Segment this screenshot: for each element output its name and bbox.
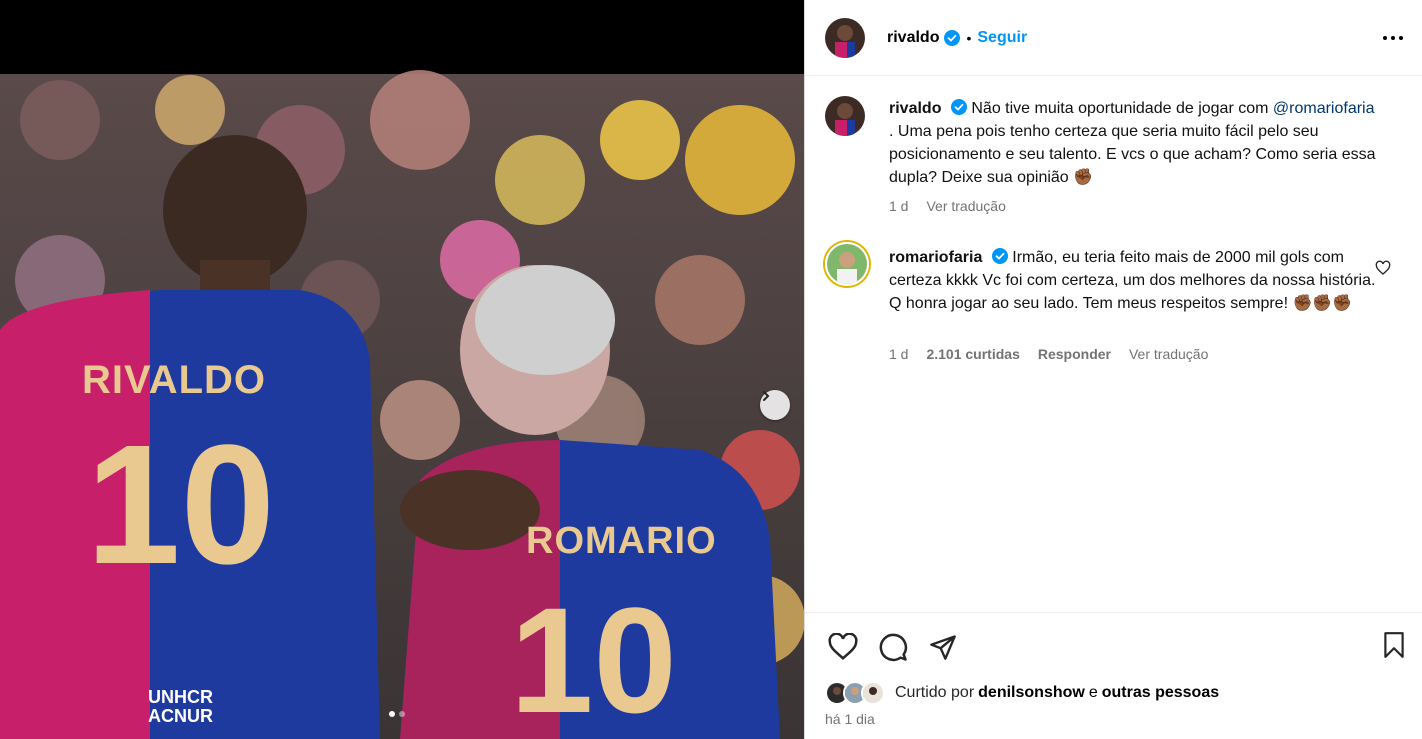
follow-button[interactable]: Seguir [977,29,1027,47]
comment-meta: 1 d 2.101 curtidas Responder Ver traduçã… [889,346,1226,362]
caption-username[interactable]: rivaldo [889,100,941,117]
caption-mention-link[interactable]: @romariofaria [1273,100,1375,117]
comments-section: rivaldo Não tive muita oportunidade de j… [805,76,1422,612]
jersey-name-left: RIVALDO [82,358,267,402]
caption-age[interactable]: 1 d [889,198,908,214]
liked-by-summary: Curtido por denilsonshow e outras pessoa… [825,681,1219,705]
caption-meta: 1 d Ver tradução [889,198,1024,214]
more-options-icon[interactable] [1382,28,1404,48]
caption-avatar[interactable] [825,96,865,136]
liker-avatar [861,681,885,705]
paper-plane-icon [930,635,956,660]
caption-text-after: . Uma pena pois tenho certeza que seria … [889,123,1376,186]
carousel-indicator [389,711,405,717]
caption-translate-link[interactable]: Ver tradução [926,198,1005,214]
post-panel: rivaldo • Seguir rivaldo Não tive muita … [804,0,1422,739]
post-timestamp[interactable]: há 1 dia [825,711,875,727]
jersey-name-right: ROMARIO [526,520,717,562]
liked-by-avatars[interactable] [825,681,885,705]
carousel-dot [399,711,405,717]
comment-avatar[interactable] [825,242,869,286]
liked-by-and: e [1088,684,1098,701]
post-media[interactable]: RIVALDO 10 ROMARIO 10 UNHCR ACNUR [0,0,804,739]
carousel-next-button[interactable] [760,390,790,420]
verified-badge-icon [991,248,1008,264]
comment-likes-count[interactable]: 2.101 curtidas [926,346,1019,362]
jersey-number-left: 10 [86,410,276,600]
liked-by-user[interactable]: denilsonshow [978,684,1085,702]
sponsor-logo: UNHCR ACNUR [148,688,213,726]
caption-text-before: Não tive muita oportunidade de jogar com [971,100,1269,117]
jersey-number-right: 10 [510,576,677,739]
action-icons [825,629,961,665]
chevron-right-icon [763,391,770,401]
like-button[interactable] [825,629,861,665]
comment-username[interactable]: romariofaria [889,249,982,266]
liked-by-prefix: Curtido por [895,684,975,701]
comment-reply-button[interactable]: Responder [1038,346,1111,362]
comment-text: romariofaria Irmão, eu teria feito mais … [889,246,1379,315]
author-username[interactable]: rivaldo [887,29,939,47]
post-actions: Curtido por denilsonshow e outras pessoa… [805,612,1422,739]
bookmark-icon[interactable] [1381,631,1407,659]
carousel-dot-active [389,711,395,717]
header-separator: • [966,29,972,46]
author-avatar[interactable] [825,17,865,58]
verified-badge-icon [944,29,961,46]
comment-age[interactable]: 1 d [889,346,908,362]
share-button[interactable] [925,629,961,665]
comment-button[interactable] [875,629,911,665]
comment-translate-link[interactable]: Ver tradução [1129,346,1208,362]
comment-bubble-icon [879,633,908,662]
heart-icon [828,633,858,660]
sponsor-line-1: UNHCR [148,687,213,707]
liked-by-others[interactable]: outras pessoas [1102,684,1219,702]
caption-text: rivaldo Não tive muita oportunidade de j… [889,97,1379,189]
sponsor-line-2: ACNUR [148,706,213,726]
post-header: rivaldo • Seguir [805,0,1422,76]
like-comment-heart-icon[interactable] [1375,260,1391,276]
verified-badge-icon [950,99,967,115]
